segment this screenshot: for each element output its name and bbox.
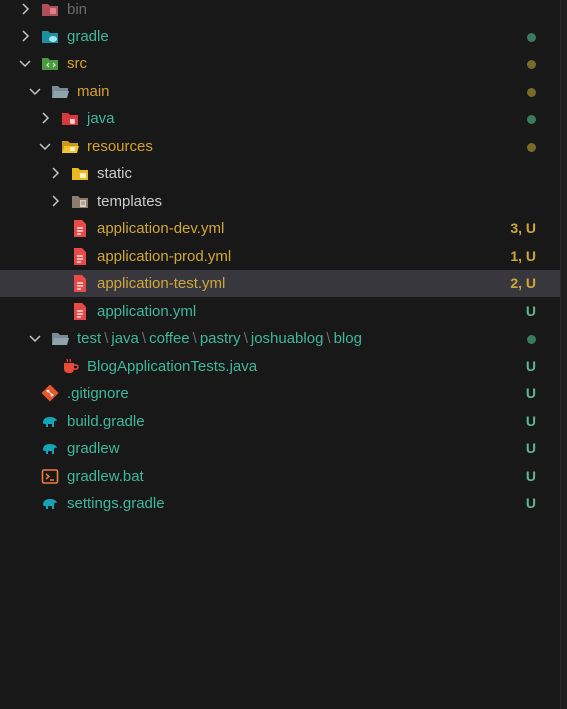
java-file-icon bbox=[61, 358, 79, 375]
gradle-elephant-icon bbox=[41, 440, 59, 457]
tree-item-application-dev-yml[interactable]: application-dev.yml 3, U bbox=[0, 215, 561, 242]
chevron-right-icon[interactable] bbox=[18, 29, 32, 43]
path-segment-coffee[interactable]: coffee bbox=[149, 330, 190, 347]
tree-item-test-compact[interactable]: test \ java \ coffee \ pastry \ joshuablog \ blog bbox=[0, 325, 561, 352]
status-dot bbox=[527, 115, 536, 124]
status-dot bbox=[527, 88, 536, 97]
tree-item-label: gradlew.bat bbox=[67, 468, 144, 485]
path-separator: \ bbox=[243, 330, 248, 347]
yaml-file-icon bbox=[71, 275, 89, 292]
tree-item-label: gradlew bbox=[67, 440, 120, 457]
path-segment-test[interactable]: test bbox=[77, 330, 101, 347]
tree-item-label: static bbox=[97, 165, 133, 182]
gradle-elephant-icon bbox=[41, 495, 59, 512]
folder-templates-icon bbox=[71, 193, 89, 210]
tree-item-build-gradle[interactable]: build.gradle U bbox=[0, 408, 561, 435]
vertical-scrollbar[interactable] bbox=[560, 0, 567, 709]
git-icon bbox=[41, 385, 59, 402]
tree-item-gradle[interactable]: gradle bbox=[0, 23, 561, 50]
gradle-elephant-icon bbox=[41, 413, 59, 430]
tree-item-application-prod-yml[interactable]: application-prod.yml 1, U bbox=[0, 243, 561, 270]
yaml-file-icon bbox=[71, 220, 89, 237]
tree-item-label: java bbox=[87, 110, 115, 127]
folder-gradle-icon bbox=[41, 28, 59, 45]
chevron-down-icon[interactable] bbox=[38, 139, 52, 153]
git-status-badge: U bbox=[525, 303, 536, 319]
yaml-file-icon bbox=[71, 303, 89, 320]
tree-item-label: application-test.yml bbox=[97, 275, 226, 292]
tree-item-label: BlogApplicationTests.java bbox=[87, 358, 258, 375]
tree-item-templates[interactable]: templates bbox=[0, 188, 561, 215]
git-status-badge: U bbox=[525, 385, 536, 401]
tree-item-blogapplicationtests-java[interactable]: BlogApplicationTests.java U bbox=[0, 353, 561, 380]
tree-item-bin[interactable]: bin bbox=[0, 0, 561, 23]
git-status-badge: 2, U bbox=[510, 275, 536, 291]
tree-item-label: src bbox=[67, 55, 87, 72]
folder-resources-open-icon bbox=[61, 138, 79, 155]
status-dot bbox=[527, 60, 536, 69]
tree-item-label: application-dev.yml bbox=[97, 220, 225, 237]
tree-item-label: main bbox=[77, 83, 110, 100]
tree-item-application-test-yml[interactable]: application-test.yml 2, U bbox=[0, 270, 561, 297]
path-separator: \ bbox=[141, 330, 147, 347]
folder-open-icon bbox=[51, 330, 69, 347]
tree-item-java[interactable]: java bbox=[0, 105, 561, 132]
tree-item-main[interactable]: main bbox=[0, 78, 561, 105]
tree-item-static[interactable]: static bbox=[0, 160, 561, 187]
path-separator: \ bbox=[104, 330, 109, 347]
chevron-down-icon[interactable] bbox=[28, 84, 42, 98]
path-separator: \ bbox=[326, 330, 331, 347]
tree-item-gradlew-bat[interactable]: gradlew.bat U bbox=[0, 463, 561, 490]
tree-item-label: templates bbox=[97, 193, 163, 210]
path-segment-pastry[interactable]: pastry bbox=[200, 330, 241, 347]
tree-item-label: resources bbox=[87, 138, 153, 155]
chevron-down-icon[interactable] bbox=[28, 331, 42, 345]
path-segment-joshuablog[interactable]: joshuablog bbox=[251, 330, 324, 347]
tree-item-gitignore[interactable]: .gitignore U bbox=[0, 380, 561, 407]
yaml-file-icon bbox=[71, 248, 89, 265]
tree-item-settings-gradle[interactable]: settings.gradle U bbox=[0, 490, 561, 517]
folder-open-icon bbox=[51, 83, 69, 100]
status-dot bbox=[527, 335, 536, 344]
path-segment-java[interactable]: java bbox=[111, 330, 139, 347]
chevron-right-icon[interactable] bbox=[38, 111, 52, 125]
folder-bin-icon bbox=[41, 1, 59, 18]
tree-item-resources[interactable]: resources bbox=[0, 133, 561, 160]
folder-static-icon bbox=[71, 165, 89, 182]
chevron-right-icon[interactable] bbox=[18, 2, 32, 16]
git-status-badge: U bbox=[525, 468, 536, 484]
tree-item-application-yml[interactable]: application.yml U bbox=[0, 298, 561, 325]
tree-item-label: .gitignore bbox=[67, 385, 129, 402]
tree-item-label: bin bbox=[67, 1, 88, 18]
chevron-right-icon[interactable] bbox=[48, 166, 62, 180]
status-dot bbox=[527, 33, 536, 42]
folder-java-icon bbox=[61, 110, 79, 127]
folder-src-icon bbox=[41, 55, 59, 72]
chevron-right-icon[interactable] bbox=[48, 194, 62, 208]
git-status-badge: U bbox=[525, 495, 536, 511]
status-dot bbox=[527, 143, 536, 152]
git-status-badge: U bbox=[525, 440, 536, 456]
tree-item-label: gradle bbox=[67, 28, 109, 45]
file-explorer-tree: bin gradle src main java resources stati… bbox=[0, 0, 561, 709]
chevron-down-icon[interactable] bbox=[18, 56, 32, 70]
path-separator: \ bbox=[192, 330, 197, 347]
git-status-badge: U bbox=[525, 358, 536, 374]
git-status-badge: U bbox=[525, 413, 536, 429]
tree-item-label: application.yml bbox=[97, 303, 197, 320]
terminal-icon bbox=[41, 468, 59, 485]
tree-item-label: application-prod.yml bbox=[97, 248, 232, 265]
tree-item-label: settings.gradle bbox=[67, 495, 165, 512]
tree-item-label: build.gradle bbox=[67, 413, 145, 430]
compact-folder-path: test \ java \ coffee \ pastry \ joshuablog \ blog bbox=[77, 329, 362, 348]
git-status-badge: 3, U bbox=[510, 220, 536, 236]
path-segment-blog[interactable]: blog bbox=[334, 330, 362, 347]
git-status-badge: 1, U bbox=[510, 248, 536, 264]
tree-item-gradlew[interactable]: gradlew U bbox=[0, 435, 561, 462]
tree-item-src[interactable]: src bbox=[0, 50, 561, 77]
